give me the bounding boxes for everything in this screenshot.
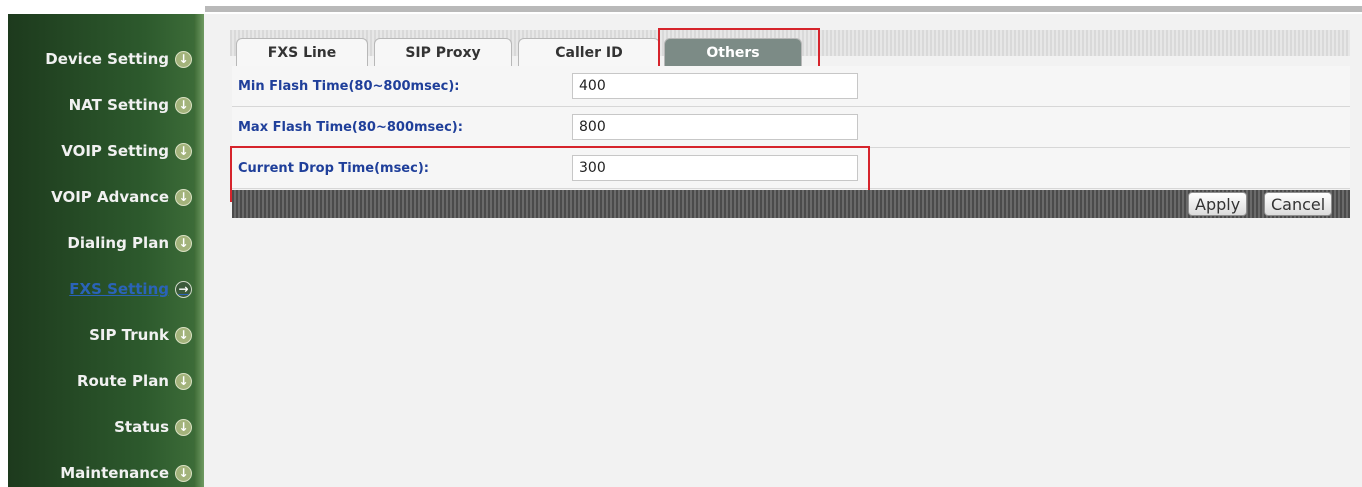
sidebar-item-nat-setting[interactable]: NAT Setting ↓ <box>69 93 192 117</box>
sidebar-item-label: VOIP Setting <box>61 142 169 160</box>
tab-sip-proxy[interactable]: SIP Proxy <box>374 38 512 67</box>
action-bar: Apply Cancel <box>232 190 1350 218</box>
down-arrow-circle-icon: ↓ <box>175 142 192 160</box>
min-flash-time-input[interactable] <box>572 73 858 99</box>
sidebar-item-label: SIP Trunk <box>89 326 169 344</box>
form-row-min-flash-time: Min Flash Time(80~800msec): <box>232 66 1350 107</box>
sidebar-item-status[interactable]: Status ↓ <box>114 415 192 439</box>
sidebar-item-label: Dialing Plan <box>67 234 169 252</box>
sidebar-edge <box>194 14 204 487</box>
tab-fxs-line[interactable]: FXS Line <box>236 38 368 67</box>
sidebar-item-device-setting[interactable]: Device Setting ↓ <box>45 47 192 71</box>
sidebar-item-voip-setting[interactable]: VOIP Setting ↓ <box>61 139 192 163</box>
sidebar-item-sip-trunk[interactable]: SIP Trunk ↓ <box>89 323 192 347</box>
sidebar-item-label: VOIP Advance <box>51 188 169 206</box>
tab-others[interactable]: Others <box>664 38 802 67</box>
sidebar-item-label: FXS Setting <box>69 280 169 298</box>
sidebar-item-maintenance[interactable]: Maintenance ↓ <box>60 461 192 485</box>
field-label: Max Flash Time(80~800msec): <box>238 119 463 135</box>
sidebar-item-route-plan[interactable]: Route Plan ↓ <box>77 369 192 393</box>
down-arrow-circle-icon: ↓ <box>175 372 192 390</box>
down-arrow-circle-icon: ↓ <box>175 96 192 114</box>
tab-label: SIP Proxy <box>405 45 481 61</box>
max-flash-time-input[interactable] <box>572 114 858 140</box>
sidebar-item-label: Maintenance <box>60 464 169 482</box>
down-arrow-circle-icon: ↓ <box>175 50 192 68</box>
sidebar-item-label: Route Plan <box>76 372 169 390</box>
top-rule <box>205 6 1362 12</box>
sidebar-item-voip-advance[interactable]: VOIP Advance ↓ <box>51 185 192 209</box>
main-content: FXS Line SIP Proxy Caller ID Others Min … <box>204 14 1362 487</box>
cancel-button[interactable]: Cancel <box>1264 192 1333 216</box>
tab-label: Others <box>706 45 760 61</box>
tab-label: FXS Line <box>267 45 337 61</box>
sidebar-item-label: Status <box>114 418 169 436</box>
sidebar-nav: Device Setting ↓ NAT Setting ↓ VOIP Sett… <box>8 14 204 487</box>
down-arrow-circle-icon: ↓ <box>175 418 192 436</box>
right-arrow-circle-icon: → <box>175 280 192 298</box>
top-border <box>0 0 1362 14</box>
field-label: Current Drop Time(msec): <box>238 160 429 176</box>
tab-label: Caller ID <box>555 45 623 61</box>
sidebar-item-dialing-plan[interactable]: Dialing Plan ↓ <box>67 231 192 255</box>
apply-button[interactable]: Apply <box>1188 192 1248 216</box>
current-drop-time-input[interactable] <box>572 155 858 181</box>
down-arrow-circle-icon: ↓ <box>175 326 192 344</box>
sidebar-item-label: NAT Setting <box>68 96 169 114</box>
sidebar-item-fxs-setting[interactable]: FXS Setting → <box>69 277 192 301</box>
down-arrow-circle-icon: ↓ <box>175 234 192 252</box>
field-label: Min Flash Time(80~800msec): <box>238 78 460 94</box>
form-row-current-drop-time: Current Drop Time(msec): <box>232 148 1350 189</box>
tab-caller-id[interactable]: Caller ID <box>518 38 660 67</box>
down-arrow-circle-icon: ↓ <box>175 464 192 482</box>
down-arrow-circle-icon: ↓ <box>175 188 192 206</box>
form-row-max-flash-time: Max Flash Time(80~800msec): <box>232 107 1350 148</box>
sidebar-item-label: Device Setting <box>45 50 169 68</box>
